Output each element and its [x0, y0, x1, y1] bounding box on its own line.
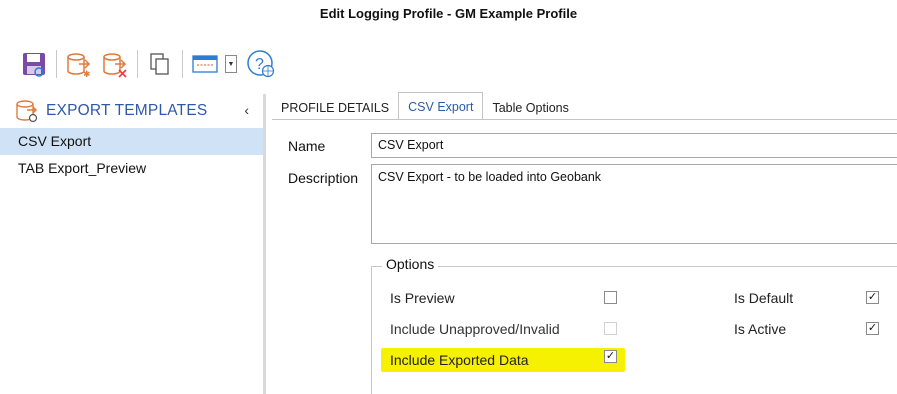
add-template-button[interactable]: ✱ — [63, 47, 95, 81]
checkmark-icon: ✓ — [867, 291, 878, 303]
export-template-add-icon: ✱ — [67, 53, 91, 78]
save-icon — [23, 53, 45, 77]
name-field[interactable]: CSV Export — [371, 133, 897, 158]
window-title: Edit Logging Profile - GM Example Profil… — [319, 6, 578, 21]
is-preview-label: Is Preview — [390, 290, 455, 306]
export-templates-icon — [16, 100, 38, 123]
panel-header: EXPORT TEMPLATES — [0, 94, 263, 128]
options-title: Options — [382, 256, 439, 272]
include-exported-label: Include Exported Data — [390, 352, 529, 368]
layout-dropdown-button[interactable]: ▼ — [225, 55, 237, 73]
tab-csv-export[interactable]: CSV Export — [398, 92, 484, 120]
dropdown-arrow-icon: ▼ — [227, 60, 235, 68]
save-button[interactable] — [18, 47, 50, 81]
tab-strip: PROFILE DETAILS CSV Export Table Options — [272, 92, 578, 120]
copy-button[interactable] — [144, 47, 176, 81]
checkmark-icon: ✓ — [605, 350, 616, 362]
panel-title: EXPORT TEMPLATES — [46, 102, 208, 119]
checkmark-icon: ✓ — [867, 322, 878, 334]
template-item-tab-export-preview[interactable]: TAB Export_Preview — [0, 155, 263, 182]
is-default-label: Is Default — [734, 290, 794, 306]
csv-export-tab-content: Name CSV Export Description CSV Export -… — [276, 120, 897, 394]
window-layout-icon — [192, 55, 218, 73]
name-label: Name — [288, 138, 326, 154]
collapse-panel-button[interactable]: ‹ — [244, 102, 249, 118]
description-field[interactable]: CSV Export - to be loaded into Geobank — [371, 164, 897, 244]
export-template-delete-icon — [103, 53, 127, 78]
include-unapproved-label: Include Unapproved/Invalid — [390, 321, 560, 337]
toolbar-separator — [137, 50, 138, 78]
svg-text:✱: ✱ — [83, 69, 91, 78]
include-exported-checkbox[interactable]: ✓ — [604, 350, 617, 363]
help-globe-icon: ? — [247, 50, 275, 78]
include-unapproved-checkbox — [604, 322, 617, 335]
help-button[interactable]: ? — [245, 47, 277, 81]
toolbar-separator — [182, 50, 183, 78]
is-default-checkbox[interactable]: ✓ — [866, 291, 879, 304]
is-active-label: Is Active — [734, 321, 787, 337]
tab-profile-details[interactable]: PROFILE DETAILS — [272, 96, 398, 120]
is-active-checkbox[interactable]: ✓ — [866, 322, 879, 335]
tab-table-options[interactable]: Table Options — [483, 96, 577, 120]
is-preview-checkbox[interactable] — [604, 291, 617, 304]
panel-splitter[interactable] — [263, 94, 266, 394]
export-templates-panel: EXPORT TEMPLATES ‹ CSV Export TAB Export… — [0, 94, 263, 394]
description-label: Description — [288, 170, 359, 186]
toolbar-separator — [56, 50, 57, 78]
toolbar: ✱ ▼ ? — [18, 46, 281, 82]
layout-button[interactable] — [189, 47, 221, 81]
template-item-csv-export[interactable]: CSV Export — [0, 128, 263, 155]
delete-template-button[interactable] — [99, 47, 131, 81]
copy-icon — [150, 53, 169, 75]
